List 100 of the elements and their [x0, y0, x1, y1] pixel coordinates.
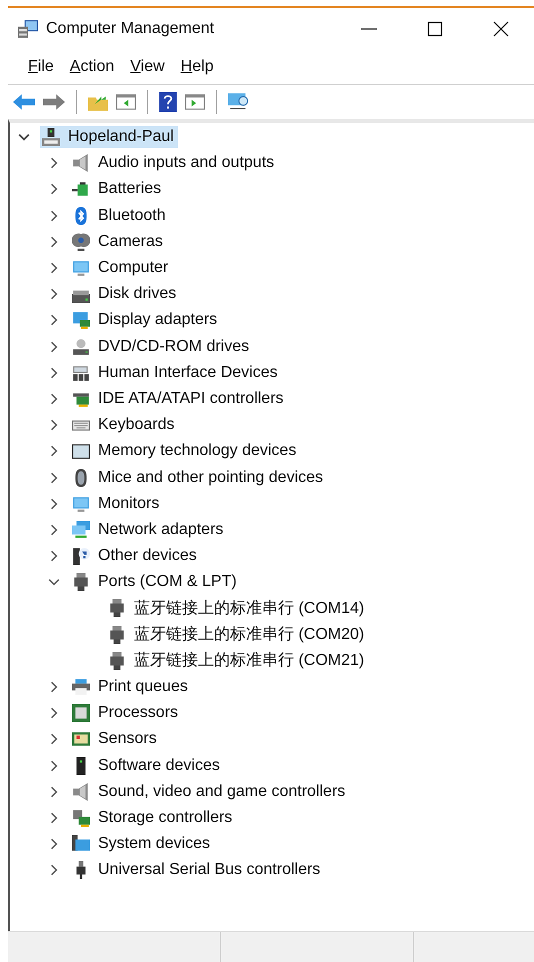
port-icon: [108, 652, 126, 670]
tree-item-label: Batteries: [98, 180, 162, 198]
tree-item-label: 蓝牙链接上的标准串行 (COM20): [134, 624, 364, 646]
tree-item-label: Sensors: [98, 730, 157, 748]
tree-item-label: Network adapters: [98, 520, 224, 539]
battery-icon: [72, 180, 90, 198]
maximize-icon: [427, 21, 443, 37]
expander-icon[interactable]: [48, 314, 60, 326]
computer-management-icon: [18, 20, 38, 38]
tree-item-label: Display adapters: [98, 311, 218, 330]
tree-item[interactable]: Print queues: [70, 676, 192, 698]
tree-item[interactable]: Sound, video and game controllers: [70, 780, 350, 803]
keyboard-mouse-icon: [72, 364, 90, 382]
window-title: Computer Management: [46, 20, 216, 38]
tree-item[interactable]: Human Interface Devices: [70, 362, 282, 384]
tree-item-label: Ports (COM & LPT): [98, 573, 237, 592]
expander-icon[interactable]: [48, 288, 60, 300]
expander-icon[interactable]: [48, 707, 60, 720]
system-monitor-icon: [72, 835, 90, 854]
expander-icon[interactable]: [48, 392, 60, 405]
port-icon: [72, 573, 90, 592]
memory-card-icon: [72, 442, 90, 460]
tree-item[interactable]: Ports (COM & LPT): [70, 571, 241, 594]
expander-icon[interactable]: [48, 524, 60, 536]
expander-icon[interactable]: [48, 262, 60, 274]
expander-icon[interactable]: [18, 131, 30, 144]
port-icon: [108, 626, 126, 644]
tree-item[interactable]: Computer: [70, 257, 172, 280]
expander-icon[interactable]: [48, 210, 60, 222]
tree-item-label: Disk drives: [98, 285, 176, 304]
tree-item[interactable]: Cameras: [70, 230, 167, 253]
expander-icon[interactable]: [48, 472, 60, 484]
disc-drive-icon: [72, 338, 90, 356]
expander-icon[interactable]: [48, 681, 60, 694]
tree-item-label: IDE ATA/ATAPI controllers: [98, 390, 284, 408]
monitor-icon: [72, 259, 90, 278]
tree-item[interactable]: DVD/CD-ROM drives: [70, 336, 254, 358]
tree-item[interactable]: 蓝牙链接上的标准串行 (COM20): [106, 622, 368, 648]
expander-icon[interactable]: [48, 419, 60, 432]
expander-icon[interactable]: [48, 864, 60, 876]
tree-item[interactable]: Disk drives: [70, 283, 180, 306]
tree-item[interactable]: Sensors: [70, 728, 161, 750]
tree-item-label: Print queues: [98, 678, 188, 696]
tree-item[interactable]: IDE ATA/ATAPI controllers: [70, 388, 288, 410]
tree-item[interactable]: Monitors: [70, 492, 164, 515]
menu-item[interactable]: Help: [174, 58, 220, 76]
tree-item-label: 蓝牙链接上的标准串行 (COM14): [134, 598, 364, 619]
tree-item-label: Mice and other pointing devices: [98, 468, 324, 487]
menu-item[interactable]: File: [22, 58, 60, 76]
tree-item-label: Memory technology devices: [98, 442, 296, 460]
tree-item[interactable]: Software devices: [70, 754, 224, 777]
expander-icon[interactable]: [48, 838, 60, 850]
tree-item[interactable]: Universal Serial Bus controllers: [70, 859, 324, 882]
expander-icon[interactable]: [48, 157, 60, 170]
tree-item[interactable]: Batteries: [70, 178, 166, 200]
tree-item[interactable]: Display adapters: [70, 309, 222, 332]
tree-item-label: Other devices: [98, 547, 197, 566]
expander-icon[interactable]: [48, 183, 60, 196]
network-icon: [72, 520, 90, 539]
menu-item[interactable]: Action: [64, 58, 120, 76]
menu-item[interactable]: View: [124, 58, 171, 76]
speaker-icon: [72, 782, 90, 801]
expander-icon[interactable]: [48, 550, 60, 562]
tree-item-label: DVD/CD-ROM drives: [98, 338, 250, 356]
tree-item[interactable]: System devices: [70, 833, 214, 856]
tree-item[interactable]: Mice and other pointing devices: [70, 466, 328, 489]
expander-icon[interactable]: [48, 786, 60, 798]
tree-item[interactable]: Audio inputs and outputs: [70, 152, 278, 174]
tree-item[interactable]: Processors: [70, 702, 182, 724]
computer-icon: [42, 128, 60, 146]
expander-icon[interactable]: [48, 812, 60, 824]
expander-icon[interactable]: [48, 760, 60, 772]
expander-icon[interactable]: [48, 733, 60, 746]
tree-item-label: Sound, video and game controllers: [98, 782, 346, 801]
tree-item[interactable]: Other devices: [70, 545, 201, 568]
tree-item[interactable]: Hopeland-Paul: [40, 126, 178, 148]
expander-icon[interactable]: [48, 498, 60, 510]
expander-icon[interactable]: [48, 445, 60, 458]
tree-item-label: Monitors: [98, 494, 160, 513]
tree-item[interactable]: Bluetooth: [70, 204, 170, 227]
tree-item-label: Processors: [98, 704, 178, 722]
expander-icon[interactable]: [48, 366, 60, 379]
storage-card-icon: [72, 808, 90, 827]
tree-item[interactable]: Keyboards: [70, 414, 178, 436]
webcam-icon: [72, 232, 90, 251]
expander-icon[interactable]: [48, 340, 60, 353]
tree-item-label: Storage controllers: [98, 808, 232, 827]
close-icon: [493, 21, 509, 37]
tree-item-label: Hopeland-Paul: [68, 128, 174, 146]
printer-icon: [72, 678, 90, 696]
tree-item[interactable]: Storage controllers: [70, 806, 236, 829]
tree-item[interactable]: Memory technology devices: [70, 440, 300, 462]
expander-icon[interactable]: [48, 236, 60, 248]
speaker-icon: [72, 154, 90, 172]
tree-item-label: Universal Serial Bus controllers: [98, 861, 320, 880]
tree-item-label: Keyboards: [98, 416, 174, 434]
tree-item-label: System devices: [98, 835, 210, 854]
tree-item[interactable]: 蓝牙链接上的标准串行 (COM21): [106, 648, 368, 674]
tree-item[interactable]: Network adapters: [70, 518, 228, 541]
tree-item[interactable]: 蓝牙链接上的标准串行 (COM14): [106, 596, 368, 621]
